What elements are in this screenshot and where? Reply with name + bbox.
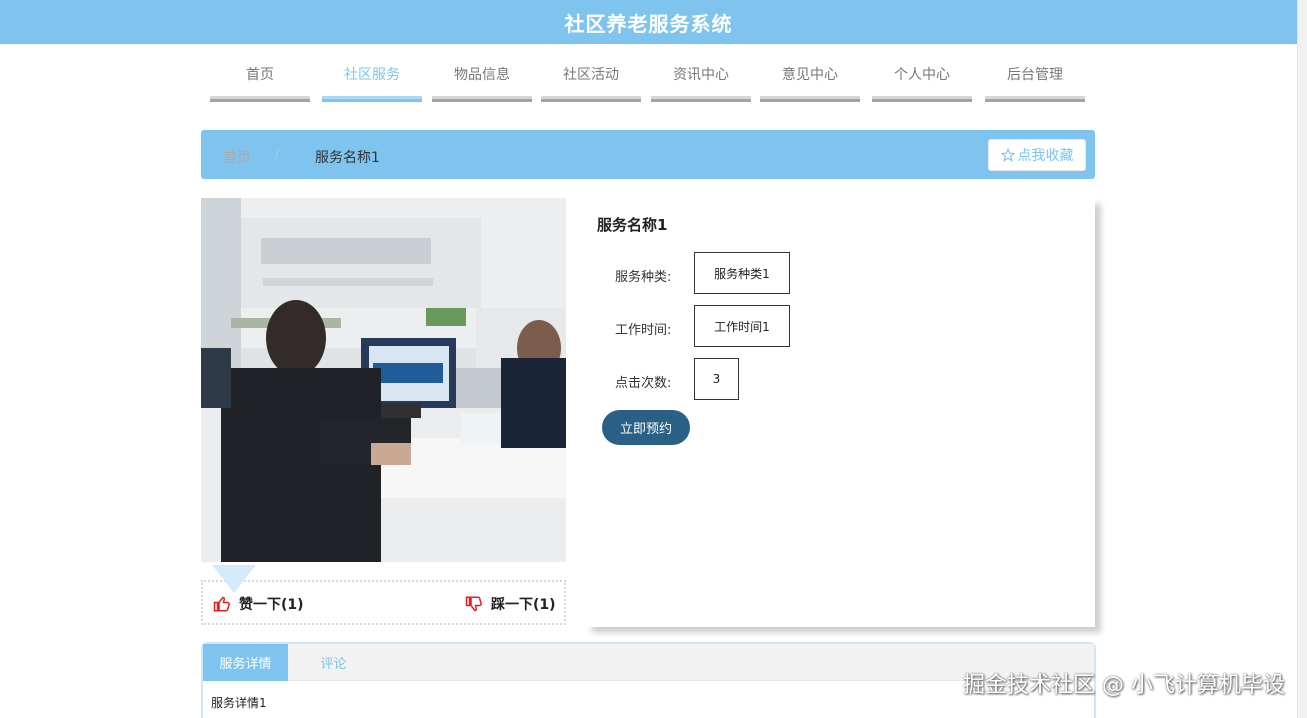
breadcrumb-separator: / bbox=[275, 147, 280, 162]
field-label-clicks: 点击次数: bbox=[615, 376, 672, 391]
nav-item-label: 社区活动 bbox=[563, 67, 619, 83]
service-photo-image bbox=[201, 198, 566, 562]
service-name: 服务名称1 bbox=[597, 216, 668, 234]
breadcrumb: 首页 / 服务名称1 点我收藏 bbox=[201, 130, 1095, 179]
like-label: 赞一下(1) bbox=[239, 597, 304, 613]
nav-item-label: 个人中心 bbox=[894, 67, 950, 83]
field-label-type: 服务种类: bbox=[615, 270, 672, 285]
field-label-hours: 工作时间: bbox=[615, 323, 672, 338]
star-icon bbox=[1000, 148, 1015, 162]
breadcrumb-home-link[interactable]: 首页 bbox=[223, 147, 251, 167]
watermark: 掘金技术社区 @ 小飞计算机毕设 bbox=[963, 673, 1285, 698]
dislike-button[interactable]: 踩一下(1) bbox=[465, 594, 556, 614]
tab-service-detail[interactable]: 服务详情 bbox=[203, 644, 288, 681]
vote-pointer-decoration bbox=[212, 565, 256, 593]
site-title: 社区养老服务系统 bbox=[564, 11, 733, 36]
thumbs-down-icon bbox=[465, 596, 482, 612]
dislike-label: 踩一下(1) bbox=[491, 597, 556, 613]
nav-item-community-service[interactable]: 社区服务 bbox=[322, 44, 422, 102]
favorite-button-label: 点我收藏 bbox=[1017, 148, 1074, 164]
tab-comments[interactable]: 评论 bbox=[291, 644, 376, 681]
like-button[interactable]: 赞一下(1) bbox=[213, 594, 304, 614]
main-nav: 首页 社区服务 物品信息 社区活动 资讯中心 意见中心 个人中心 后台管理 bbox=[0, 44, 1297, 104]
nav-item-label: 后台管理 bbox=[1007, 67, 1063, 83]
top-header-bar: 社区养老服务系统 bbox=[0, 0, 1297, 44]
nav-item-goods[interactable]: 物品信息 bbox=[432, 44, 532, 102]
service-photo bbox=[201, 198, 566, 562]
detail-content: 服务详情1 bbox=[211, 696, 267, 710]
nav-item-feedback[interactable]: 意见中心 bbox=[760, 44, 860, 102]
field-value-clicks: 3 bbox=[694, 358, 739, 400]
nav-item-profile[interactable]: 个人中心 bbox=[872, 44, 972, 102]
field-value-type: 服务种类1 bbox=[694, 252, 790, 294]
tabs-header: 服务详情 评论 bbox=[203, 644, 1094, 681]
detail-tabs: 服务详情 评论 服务详情1 bbox=[201, 642, 1096, 718]
nav-item-home[interactable]: 首页 bbox=[210, 44, 310, 102]
nav-item-label: 社区服务 bbox=[344, 67, 400, 83]
book-now-button[interactable]: 立即预约 bbox=[602, 410, 690, 445]
thumbs-up-icon bbox=[213, 596, 230, 612]
nav-item-admin[interactable]: 后台管理 bbox=[985, 44, 1085, 102]
page-scrollbar[interactable] bbox=[1297, 0, 1307, 718]
nav-item-label: 资讯中心 bbox=[673, 67, 729, 83]
service-info-panel: 服务名称1 服务种类: 服务种类1 工作时间: 工作时间1 点击次数: 3 立即… bbox=[586, 198, 1095, 627]
nav-item-label: 物品信息 bbox=[454, 67, 510, 83]
nav-item-news[interactable]: 资讯中心 bbox=[651, 44, 751, 102]
field-value-hours: 工作时间1 bbox=[694, 305, 790, 347]
nav-item-label: 首页 bbox=[246, 67, 274, 83]
nav-item-label: 意见中心 bbox=[782, 67, 838, 83]
favorite-button[interactable]: 点我收藏 bbox=[988, 139, 1086, 171]
nav-item-activities[interactable]: 社区活动 bbox=[541, 44, 641, 102]
breadcrumb-current: 服务名称1 bbox=[315, 150, 380, 166]
